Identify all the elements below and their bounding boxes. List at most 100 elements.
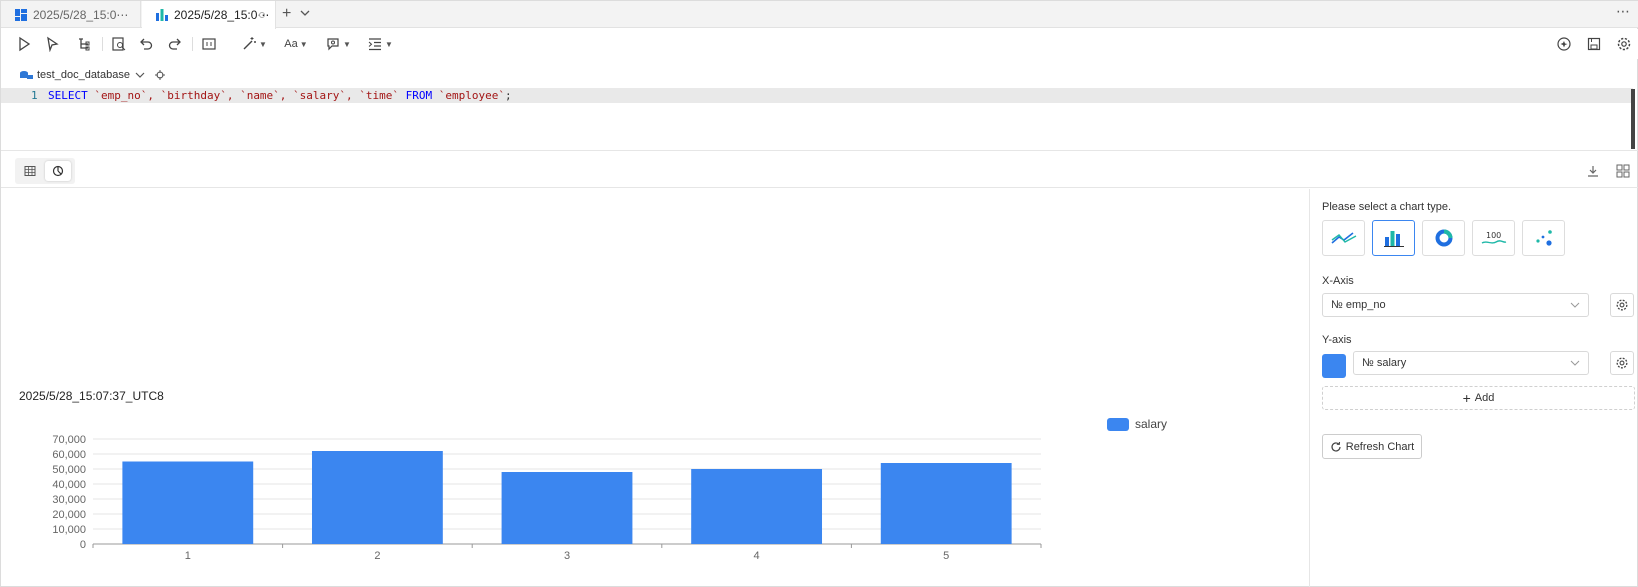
donut-chart-icon: [1435, 229, 1452, 247]
sql-terminator: ;: [505, 89, 512, 102]
plus-icon: +: [1462, 390, 1471, 406]
app-window: 2025/5/28_15:0⋯ 2025/5/28_15:0⋯ + ⋯ ▼ Aa…: [0, 0, 1638, 587]
sql-keyword: SELECT: [48, 89, 88, 102]
sql-table: `employee`: [432, 89, 505, 102]
run-selected-button[interactable]: [42, 34, 64, 54]
font-size-button[interactable]: Aa ▼: [281, 34, 311, 54]
table-icon: [24, 166, 36, 176]
x-tick-label: 5: [943, 550, 949, 562]
sql-keyword: FROM: [405, 89, 433, 102]
undo-button[interactable]: [135, 34, 157, 54]
font-icon: Aa: [284, 38, 298, 50]
refresh-label: Refresh Chart: [1345, 440, 1415, 453]
donut-chart-type-button[interactable]: [1422, 220, 1465, 256]
tab-label: 2025/5/28_15:0⋯: [174, 8, 270, 22]
magic-button[interactable]: ▼: [239, 34, 269, 54]
scatter-chart-type-button[interactable]: [1522, 220, 1565, 256]
add-y-axis-button[interactable]: + Add: [1322, 386, 1635, 410]
sql-code[interactable]: SELECT `emp_no`, `birthday`, `name`, `sa…: [48, 89, 512, 102]
y-axis-settings-button[interactable]: [1610, 351, 1634, 375]
y-tick-label: 70,000: [52, 434, 86, 446]
gear-icon: [1616, 299, 1628, 311]
database-name: test_doc_database: [37, 69, 130, 81]
ai-button[interactable]: ▼: [323, 34, 353, 54]
svg-text:100: 100: [1486, 231, 1501, 240]
magic-wand-icon: [243, 37, 257, 50]
refresh-chart-button[interactable]: Refresh Chart: [1322, 434, 1422, 459]
database-icon: [20, 71, 33, 79]
bar-chart-type-button[interactable]: [1372, 220, 1415, 256]
indent-button[interactable]: ▼: [365, 34, 395, 54]
x-axis-settings-button[interactable]: [1610, 293, 1634, 317]
chart-area: 2025/5/28_15:07:37_UTC8 salary 0 10,000 20…: [1, 189, 1309, 587]
redo-button[interactable]: [164, 34, 186, 54]
database-selector[interactable]: test_doc_database: [19, 69, 166, 81]
bar-chart: 0 10,000 20,000 30,000 40,000 50,000 60,000 70,…: [52, 434, 1042, 562]
tree-icon: [79, 38, 90, 51]
add-tab-icon[interactable]: +: [282, 5, 291, 23]
sparkle-circle-icon: [1557, 37, 1571, 51]
settings-button[interactable]: [1613, 34, 1635, 54]
chart-type-prompt: Please select a chart type.: [1322, 201, 1452, 213]
y-tick-label: 40,000: [52, 479, 86, 491]
tab-label: 2025/5/28_15:0⋯: [33, 7, 129, 22]
chevron-down-icon: [135, 72, 145, 78]
run-button[interactable]: [13, 34, 35, 54]
y-axis-value: № salary: [1362, 357, 1407, 369]
save-icon: [1587, 37, 1601, 51]
y-tick-label: 60,000: [52, 449, 86, 461]
x-axis-select[interactable]: № emp_no: [1322, 293, 1589, 317]
chat-gear-icon: [327, 38, 339, 51]
undo-icon: [140, 38, 153, 50]
search-doc-icon: [112, 37, 126, 51]
chevron-down-icon[interactable]: [299, 6, 311, 24]
download-icon[interactable]: [1585, 163, 1601, 179]
add-label: Add: [1474, 392, 1495, 404]
table-view-button[interactable]: [17, 161, 43, 181]
tab-bar: 2025/5/28_15:0⋯ 2025/5/28_15:0⋯ + ⋯: [1, 1, 1638, 29]
y-tick-label: 10,000: [52, 524, 86, 536]
bar: [880, 463, 1012, 544]
editor-toolbar: ▼ Aa ▼ ▼ ▼: [1, 29, 1638, 59]
bar: [122, 461, 254, 544]
x-tick-label: 1: [185, 550, 191, 562]
y-tick-label: 20,000: [52, 509, 86, 521]
chart-view-button[interactable]: [45, 161, 71, 181]
layout-icon[interactable]: [1615, 163, 1631, 179]
metric-chart-type-button[interactable]: 100: [1472, 220, 1515, 256]
x-tick-label: 4: [754, 550, 760, 562]
y-axis-color-picker[interactable]: [1322, 354, 1346, 378]
x-axis-value: № emp_no: [1331, 299, 1386, 311]
refresh-icon: [1331, 441, 1341, 452]
pie-chart-icon: [52, 165, 64, 177]
save-button[interactable]: [1583, 34, 1605, 54]
sql-columns: `emp_no`, `birthday`, `name`, `salary`, …: [87, 89, 406, 102]
x-tick-label: 2: [374, 550, 380, 562]
locate-icon[interactable]: [154, 69, 166, 81]
format-button[interactable]: [198, 34, 220, 54]
bar: [311, 451, 443, 544]
result-bar: [1, 153, 1638, 188]
view-toggle: [15, 158, 75, 184]
explain-button[interactable]: [73, 34, 95, 54]
bar: [691, 469, 823, 544]
tab-query-1[interactable]: 2025/5/28_15:0⋯: [1, 1, 141, 28]
line-chart-type-button[interactable]: [1322, 220, 1365, 256]
x-tick-label: 3: [564, 550, 570, 562]
find-button[interactable]: [108, 34, 130, 54]
line-number: 1: [31, 89, 38, 102]
bar-chart-icon: [1383, 231, 1404, 247]
y-tick-label: 0: [80, 539, 86, 551]
y-axis-select[interactable]: № salary: [1353, 351, 1589, 375]
editor-scrollbar[interactable]: [1631, 89, 1635, 149]
tab-query-2[interactable]: 2025/5/28_15:0⋯: [142, 1, 276, 29]
ai-assist-button[interactable]: [1553, 34, 1575, 54]
more-icon[interactable]: ⋯: [1616, 3, 1631, 20]
bar-chart-icon: [156, 9, 168, 21]
gear-icon: [1617, 37, 1631, 51]
metric-chart-icon: 100: [1481, 231, 1506, 244]
unsaved-dot-icon[interactable]: [259, 12, 265, 18]
sql-editor[interactable]: test_doc_database 1 SELECT `emp_no`, `bi…: [1, 61, 1638, 151]
play-icon: [19, 36, 31, 52]
y-axis-label: Y-axis: [1322, 334, 1352, 346]
